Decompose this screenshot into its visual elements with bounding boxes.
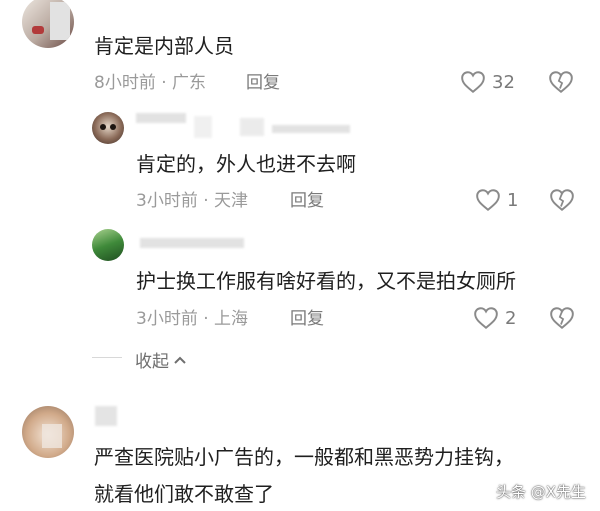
watermark-text: 头条 @X先生 <box>496 483 587 501</box>
reply-button[interactable]: 回复 <box>246 73 280 93</box>
reply-button[interactable]: 回复 <box>290 191 324 211</box>
comment-time-location: 3小时前 · 天津 <box>136 191 249 211</box>
username-redacted <box>272 125 350 133</box>
avatar[interactable] <box>92 229 124 261</box>
avatar-blur <box>50 2 70 40</box>
dislike-heart-icon[interactable] <box>549 188 575 212</box>
dislike-heart-icon[interactable] <box>549 306 575 330</box>
username-redacted <box>136 113 186 123</box>
comment-time-location: 3小时前 · 上海 <box>136 309 249 329</box>
comment-text: 护士换工作服有啥好看的，又不是拍女厕所 <box>136 269 516 293</box>
comment-text: 肯定的，外人也进不去啊 <box>136 152 356 176</box>
collapse-label: 收起 <box>135 352 169 372</box>
like-count: 2 <box>505 307 517 329</box>
username-redacted <box>140 238 244 248</box>
comment-time-location: 8小时前 · 广东 <box>94 73 207 93</box>
username-redacted <box>95 406 117 426</box>
avatar-face-right <box>110 124 116 130</box>
reply-button[interactable]: 回复 <box>290 309 324 329</box>
comment-text: 严查医院贴小广告的，一般都和黑恶势力挂钩， <box>94 445 514 469</box>
collapse-replies-button[interactable]: 收起 <box>135 347 187 372</box>
collapse-divider <box>92 357 122 358</box>
username-redacted <box>194 116 212 138</box>
avatar[interactable] <box>22 406 74 458</box>
avatar-mark <box>32 26 44 34</box>
watermark: 头条 @X先生 <box>496 481 586 502</box>
like-button[interactable]: 1 <box>475 188 518 212</box>
comment-text: 就看他们敢不敢查了 <box>94 482 274 506</box>
avatar-face-left <box>100 124 106 130</box>
heart-icon <box>461 71 485 94</box>
dislike-heart-icon[interactable] <box>548 70 574 94</box>
comment-text: 肯定是内部人员 <box>94 34 234 58</box>
avatar[interactable] <box>22 0 74 48</box>
heart-icon <box>474 307 498 330</box>
like-button[interactable]: 32 <box>460 70 515 94</box>
username-redacted <box>240 118 264 136</box>
like-count: 1 <box>507 189 519 211</box>
chevron-up-icon <box>174 356 186 364</box>
heart-icon <box>476 189 500 212</box>
avatar[interactable] <box>92 112 124 144</box>
like-count: 32 <box>492 71 515 93</box>
avatar-blur <box>42 424 62 448</box>
like-button[interactable]: 2 <box>473 306 516 330</box>
